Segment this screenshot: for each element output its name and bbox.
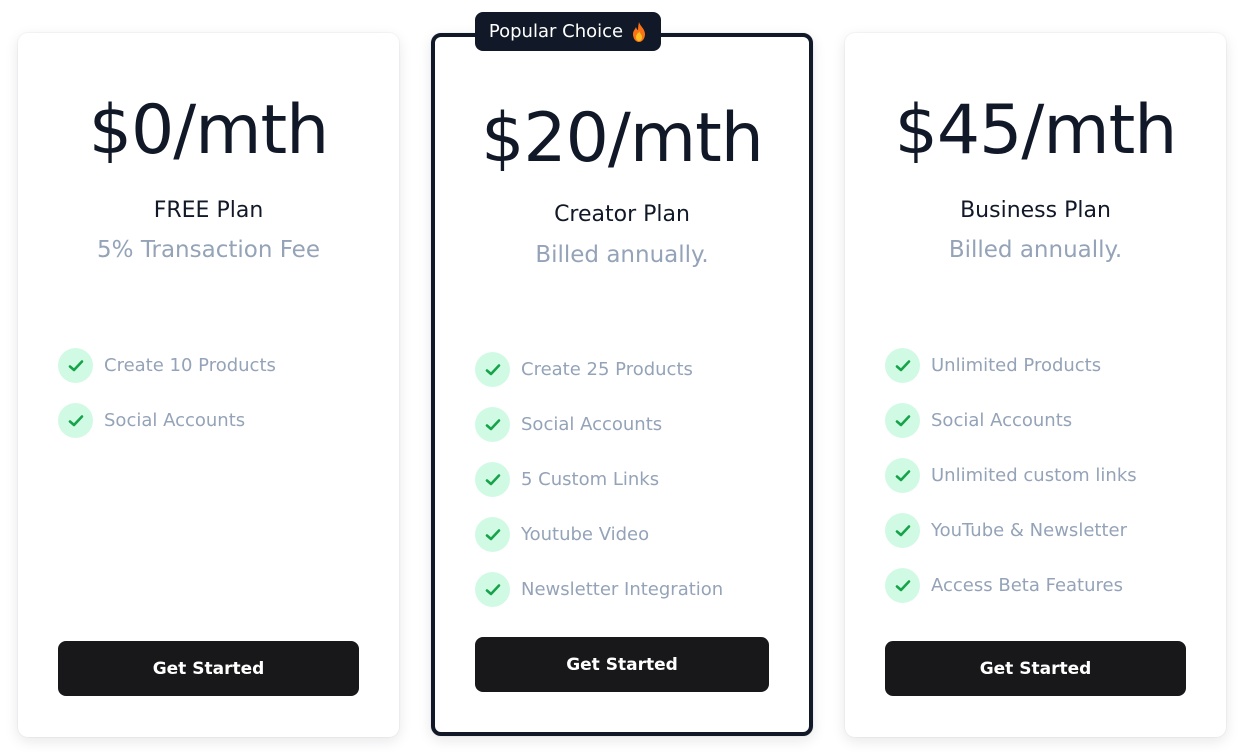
feature-item: Social Accounts: [475, 397, 723, 452]
get-started-button-business[interactable]: Get Started: [885, 641, 1186, 696]
feature-list: Unlimited Products Social Accounts Unlim…: [885, 338, 1137, 613]
feature-item: Create 10 Products: [58, 338, 276, 393]
plan-name: Business Plan: [960, 198, 1111, 223]
get-started-button-creator[interactable]: Get Started: [475, 637, 769, 692]
feature-text: 5 Custom Links: [521, 469, 660, 490]
check-icon: [475, 352, 510, 387]
feature-item: Unlimited Products: [885, 338, 1137, 393]
pricing-card-creator: $20/mth Creator Plan Billed annually. Cr…: [431, 33, 813, 736]
pricing-card-free: $0/mth FREE Plan 5% Transaction Fee Crea…: [18, 33, 399, 737]
popular-choice-badge: Popular Choice: [475, 12, 661, 51]
plan-name: FREE Plan: [153, 198, 264, 223]
feature-text: Youtube Video: [521, 524, 650, 545]
check-icon: [885, 513, 920, 548]
feature-text: Newsletter Integration: [521, 579, 724, 600]
feature-item: Access Beta Features: [885, 558, 1137, 613]
feature-text: Unlimited Products: [931, 355, 1102, 376]
feature-item: Create 25 Products: [475, 342, 723, 397]
check-icon: [58, 403, 93, 438]
check-icon: [885, 348, 920, 383]
plan-price: $45/mth: [894, 91, 1178, 170]
check-icon: [885, 403, 920, 438]
check-icon: [475, 572, 510, 607]
get-started-button-free[interactable]: Get Started: [58, 641, 359, 696]
feature-item: Newsletter Integration: [475, 562, 723, 617]
plan-subtitle: 5% Transaction Fee: [97, 237, 320, 263]
feature-item: YouTube & Newsletter: [885, 503, 1137, 558]
feature-list: Create 10 Products Social Accounts: [58, 338, 276, 448]
fire-icon: [633, 21, 646, 42]
feature-text: YouTube & Newsletter: [931, 520, 1127, 541]
check-icon: [58, 348, 93, 383]
feature-text: Social Accounts: [104, 410, 246, 431]
check-icon: [475, 462, 510, 497]
pricing-card-business: $45/mth Business Plan Billed annually. U…: [845, 33, 1226, 737]
feature-text: Unlimited custom links: [931, 465, 1137, 486]
plan-subtitle: Billed annually.: [535, 242, 709, 268]
feature-item: Social Accounts: [58, 393, 276, 448]
plan-price: $0/mth: [88, 91, 329, 170]
check-icon: [885, 458, 920, 493]
plan-subtitle: Billed annually.: [948, 237, 1123, 263]
feature-text: Create 10 Products: [104, 355, 276, 376]
feature-text: Social Accounts: [931, 410, 1073, 431]
feature-item: 5 Custom Links: [475, 452, 723, 507]
check-icon: [475, 407, 510, 442]
feature-text: Access Beta Features: [931, 575, 1123, 596]
feature-text: Create 25 Products: [521, 359, 693, 380]
check-icon: [475, 517, 510, 552]
plan-price: $20/mth: [481, 99, 764, 178]
feature-list: Create 25 Products Social Accounts 5 Cus…: [475, 342, 723, 617]
feature-text: Social Accounts: [521, 414, 663, 435]
badge-label: Popular Choice: [488, 21, 624, 42]
plan-name: Creator Plan: [554, 202, 690, 227]
feature-item: Social Accounts: [885, 393, 1137, 448]
feature-item: Unlimited custom links: [885, 448, 1137, 503]
check-icon: [885, 568, 920, 603]
feature-item: Youtube Video: [475, 507, 723, 562]
